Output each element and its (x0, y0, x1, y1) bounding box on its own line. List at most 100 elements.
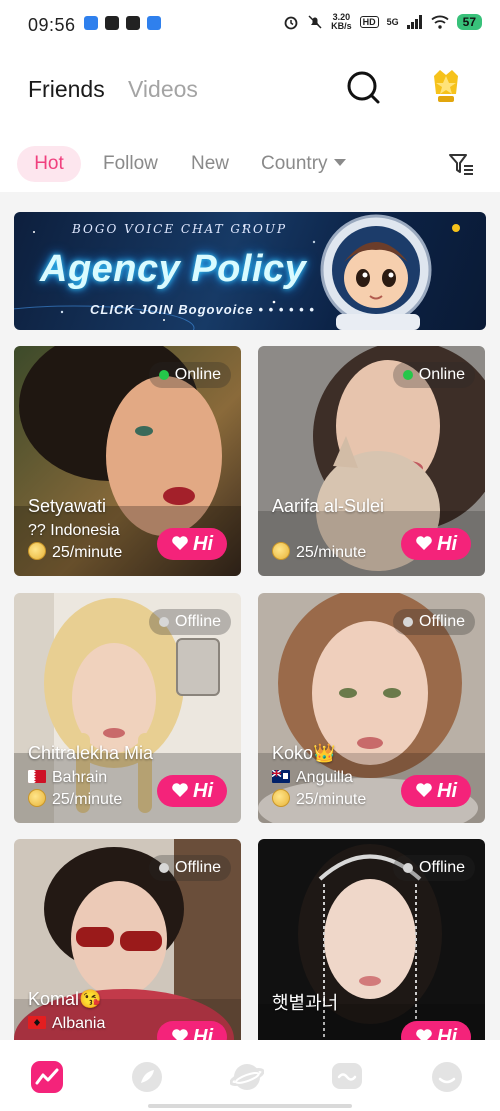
heart-icon (172, 535, 188, 550)
filter-new[interactable]: New (191, 146, 229, 182)
banner-cta-label: CLICK JOIN Bogovoice (90, 302, 254, 317)
coin-icon (28, 542, 46, 561)
signal-bars-icon (406, 15, 422, 29)
heart-icon (172, 1028, 188, 1040)
banner-cta: CLICK JOIN Bogovoice • • • • • • (90, 302, 315, 317)
planet-icon[interactable] (230, 1060, 264, 1094)
vip-badge-icon[interactable] (428, 66, 464, 106)
albania-flag-icon (28, 1015, 46, 1029)
status-time: 09:56 (28, 15, 76, 35)
user-card[interactable]: Offline Komal😘 Albania Hi (14, 839, 241, 1040)
status-label: Offline (419, 613, 465, 630)
store-notification-icon (147, 16, 161, 30)
offline-dot-icon (403, 863, 414, 873)
user-country: ?? Indonesia (28, 522, 120, 539)
say-hi-button[interactable]: Hi (401, 528, 471, 560)
content-feed[interactable]: BOGO VOICE CHAT GROUP Agency Policy CLIC… (0, 192, 500, 1040)
heart-icon (416, 1028, 432, 1040)
user-card[interactable]: Online Setyawati ?? Indonesia 25/minute … (14, 346, 241, 576)
status-label: Offline (175, 613, 221, 630)
call-rate: 25/minute (272, 542, 367, 562)
filter-settings-icon[interactable] (448, 152, 474, 176)
offline-dot-icon (159, 863, 170, 873)
user-country-label: Bahrain (52, 769, 108, 786)
chat-icon[interactable] (330, 1060, 364, 1094)
user-country: Bahrain (28, 769, 107, 787)
say-hi-button[interactable]: Hi (401, 1021, 471, 1040)
user-card[interactable]: Offline 햇볕과너 Hi (258, 839, 485, 1040)
signal-label: 5G (386, 17, 399, 27)
network-speed-unit: KB/s (331, 21, 352, 31)
user-card[interactable]: Offline Chitralekha Mia Bahrain 25/minut… (14, 593, 241, 823)
battery-indicator: 57 (456, 14, 482, 30)
tab-videos[interactable]: Videos (128, 76, 198, 103)
say-hi-label: Hi (193, 780, 213, 802)
user-country-label: Albania (52, 1015, 106, 1032)
user-name: Komal😘 (28, 989, 102, 1009)
coin-icon (272, 789, 290, 808)
bottom-navigation (0, 1040, 500, 1111)
filter-hot[interactable]: Hot (17, 146, 81, 182)
alarm-icon (284, 16, 298, 30)
agency-policy-banner[interactable]: BOGO VOICE CHAT GROUP Agency Policy CLIC… (14, 212, 486, 330)
status-badge: Offline (393, 609, 475, 635)
status-badge: Online (148, 362, 231, 388)
system-status: 3.20 KB/s HD 5G 57 (283, 13, 482, 31)
say-hi-button[interactable]: Hi (157, 1021, 227, 1040)
bahrain-flag-icon (28, 769, 46, 783)
mute-icon (308, 15, 322, 29)
filter-follow[interactable]: Follow (103, 146, 158, 182)
profile-icon[interactable] (430, 1060, 464, 1094)
filter-country-label: Country (261, 153, 328, 174)
say-hi-button[interactable]: Hi (157, 775, 227, 807)
mail-notification-icon (105, 16, 119, 30)
heart-icon (416, 535, 432, 550)
user-name: Koko👑 (272, 743, 336, 763)
status-badge: Offline (393, 855, 475, 881)
caret-down-icon (333, 158, 346, 166)
search-icon[interactable] (346, 70, 382, 106)
anguilla-flag-icon (272, 769, 290, 783)
app-notification-icon (84, 16, 98, 30)
call-rate-value: 25/minute (296, 791, 367, 808)
user-name: Chitralekha Mia (28, 743, 154, 763)
feather-icon[interactable] (130, 1060, 164, 1094)
call-rate: 25/minute (28, 542, 123, 562)
heart-icon (172, 782, 188, 797)
say-hi-label: Hi (193, 533, 213, 555)
home-indicator[interactable] (148, 1104, 352, 1108)
banner-title: Agency Policy (40, 248, 307, 290)
user-card[interactable]: Online Aarifa al-Sulei 25/minute Hi (258, 346, 485, 576)
status-label: Online (418, 366, 465, 383)
filter-bar: Hot Follow New Country (0, 140, 500, 190)
status-bar: 09:56 3.20 KB/s HD 5G 57 (0, 0, 500, 50)
user-name: 햇볕과너 (272, 993, 339, 1013)
status-badge: Online (392, 362, 475, 388)
user-card[interactable]: Offline Koko👑 Anguilla 25/minute Hi (258, 593, 485, 823)
call-rate-value: 25/minute (52, 791, 123, 808)
top-header: Friends Videos (0, 50, 500, 130)
say-hi-button[interactable]: Hi (157, 528, 227, 560)
tab-friends[interactable]: Friends (28, 76, 105, 103)
banner-top-text: BOGO VOICE CHAT GROUP (72, 222, 288, 236)
user-name: Aarifa al-Sulei (272, 496, 385, 516)
user-country-label: Anguilla (296, 769, 353, 786)
call-rate-value: 25/minute (296, 544, 367, 561)
user-country: Albania (28, 1015, 105, 1033)
heart-icon (416, 782, 432, 797)
coin-icon (28, 789, 46, 808)
say-hi-label: Hi (193, 1026, 213, 1040)
user-country: Anguilla (272, 769, 353, 787)
call-rate-value: 25/minute (52, 544, 123, 561)
trending-icon[interactable] (30, 1060, 64, 1094)
online-dot-icon (402, 370, 413, 380)
status-label: Offline (175, 859, 221, 876)
offline-dot-icon (159, 617, 170, 627)
tiktok-notification-icon (126, 16, 140, 30)
user-name: Setyawati (28, 496, 107, 516)
online-dot-icon (158, 370, 169, 380)
filter-country[interactable]: Country (261, 146, 346, 182)
say-hi-button[interactable]: Hi (401, 775, 471, 807)
notification-icons (84, 16, 161, 30)
astronaut-illustration (320, 214, 460, 330)
